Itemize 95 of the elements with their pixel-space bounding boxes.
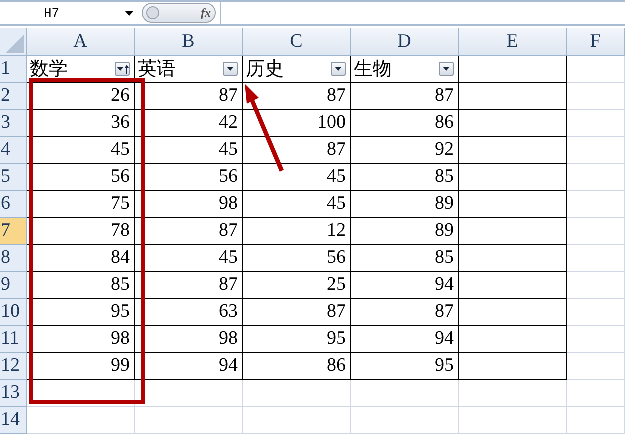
table-cell[interactable]: 85 bbox=[27, 272, 135, 299]
table-cell[interactable]: 87 bbox=[351, 83, 459, 110]
table-cell[interactable]: 95 bbox=[27, 299, 135, 326]
resize-handle-icon[interactable] bbox=[146, 6, 160, 20]
empty-cell[interactable] bbox=[459, 353, 567, 380]
row-header[interactable]: 13 bbox=[0, 380, 27, 407]
table-cell[interactable]: 99 bbox=[27, 353, 135, 380]
table-cell[interactable]: 86 bbox=[243, 353, 351, 380]
caret-icon bbox=[335, 67, 342, 71]
table-cell[interactable]: 56 bbox=[135, 164, 243, 191]
corner-triangle-icon bbox=[4, 33, 24, 53]
table-cell[interactable]: 87 bbox=[135, 83, 243, 110]
table-cell[interactable]: 87 bbox=[243, 299, 351, 326]
row-header[interactable]: 11 bbox=[0, 326, 27, 353]
table-cell[interactable]: 56 bbox=[27, 164, 135, 191]
table-cell[interactable]: 85 bbox=[351, 245, 459, 272]
table-cell[interactable]: 95 bbox=[243, 326, 351, 353]
column-title: 生物 bbox=[354, 58, 392, 82]
column-header[interactable]: A bbox=[27, 28, 135, 56]
table-cell[interactable]: 98 bbox=[135, 191, 243, 218]
table-cell[interactable]: 45 bbox=[243, 191, 351, 218]
table-cell[interactable]: 89 bbox=[351, 218, 459, 245]
table-cell[interactable]: 92 bbox=[351, 137, 459, 164]
empty-cell[interactable] bbox=[459, 272, 567, 299]
table-cell[interactable]: 45 bbox=[135, 137, 243, 164]
header-cell[interactable]: 生物 bbox=[351, 56, 459, 83]
table-cell[interactable]: 45 bbox=[27, 137, 135, 164]
empty-cell[interactable] bbox=[459, 83, 567, 110]
filter-dropdown-button[interactable] bbox=[115, 62, 130, 76]
table-cell[interactable]: 63 bbox=[135, 299, 243, 326]
row-header[interactable]: 7 bbox=[0, 218, 27, 245]
column-header[interactable]: E bbox=[459, 28, 567, 56]
empty-cell[interactable] bbox=[459, 218, 567, 245]
row-header[interactable]: 12 bbox=[0, 353, 27, 380]
column-title: 历史 bbox=[246, 58, 284, 82]
filter-dropdown-button[interactable] bbox=[439, 62, 454, 76]
table-cell[interactable]: 89 bbox=[351, 191, 459, 218]
sort-arrow-icon bbox=[124, 64, 128, 74]
header-cell[interactable]: 历史 bbox=[243, 56, 351, 83]
empty-cell[interactable] bbox=[459, 299, 567, 326]
empty-cell[interactable] bbox=[459, 245, 567, 272]
row-header[interactable]: 5 bbox=[0, 164, 27, 191]
table-cell[interactable]: 36 bbox=[27, 110, 135, 137]
empty-cell[interactable] bbox=[459, 164, 567, 191]
table-cell[interactable]: 87 bbox=[135, 218, 243, 245]
select-all-button[interactable] bbox=[0, 28, 27, 56]
table-cell[interactable]: 78 bbox=[27, 218, 135, 245]
table-cell[interactable]: 87 bbox=[135, 272, 243, 299]
table-cell[interactable]: 75 bbox=[27, 191, 135, 218]
filter-dropdown-button[interactable] bbox=[223, 62, 238, 76]
header-cell[interactable]: 数学 bbox=[27, 56, 135, 83]
column-header[interactable]: B bbox=[135, 28, 243, 56]
caret-icon bbox=[125, 10, 134, 16]
empty-cell[interactable] bbox=[459, 56, 567, 83]
column-header[interactable]: C bbox=[243, 28, 351, 56]
empty-cell[interactable] bbox=[459, 137, 567, 164]
column-header[interactable]: F bbox=[567, 28, 625, 56]
table-cell[interactable]: 12 bbox=[243, 218, 351, 245]
row-header[interactable]: 10 bbox=[0, 299, 27, 326]
header-cell[interactable]: 英语 bbox=[135, 56, 243, 83]
table-cell[interactable]: 45 bbox=[135, 245, 243, 272]
filter-dropdown-button[interactable] bbox=[331, 62, 346, 76]
row-header[interactable]: 6 bbox=[0, 191, 27, 218]
column-title: 数学 bbox=[30, 58, 68, 82]
row-header[interactable]: 1 bbox=[0, 56, 27, 83]
caret-icon bbox=[227, 67, 234, 71]
insert-function-button[interactable]: fx bbox=[201, 6, 211, 20]
caret-icon bbox=[116, 67, 124, 71]
column-header[interactable]: D bbox=[351, 28, 459, 56]
table-cell[interactable]: 56 bbox=[243, 245, 351, 272]
empty-cell[interactable] bbox=[459, 191, 567, 218]
table-cell[interactable]: 87 bbox=[351, 299, 459, 326]
table-cell[interactable]: 84 bbox=[27, 245, 135, 272]
caret-icon bbox=[443, 67, 450, 71]
row-header[interactable]: 3 bbox=[0, 110, 27, 137]
table-cell[interactable]: 95 bbox=[351, 353, 459, 380]
table-cell[interactable]: 98 bbox=[27, 326, 135, 353]
table-cell[interactable]: 85 bbox=[351, 164, 459, 191]
row-header[interactable]: 14 bbox=[0, 407, 27, 434]
row-header[interactable]: 9 bbox=[0, 272, 27, 299]
empty-cell[interactable] bbox=[459, 110, 567, 137]
table-cell[interactable]: 26 bbox=[27, 83, 135, 110]
row-header[interactable]: 2 bbox=[0, 83, 27, 110]
name-box[interactable]: H7 bbox=[0, 2, 138, 24]
row-header[interactable]: 8 bbox=[0, 245, 27, 272]
table-cell[interactable]: 94 bbox=[135, 353, 243, 380]
empty-cell[interactable] bbox=[459, 326, 567, 353]
table-cell[interactable]: 94 bbox=[351, 326, 459, 353]
table-cell[interactable]: 42 bbox=[135, 110, 243, 137]
row-header[interactable]: 4 bbox=[0, 137, 27, 164]
table-cell[interactable]: 25 bbox=[243, 272, 351, 299]
table-cell[interactable]: 98 bbox=[135, 326, 243, 353]
table-cell[interactable]: 86 bbox=[351, 110, 459, 137]
column-title: 英语 bbox=[138, 58, 176, 82]
table-cell[interactable]: 94 bbox=[351, 272, 459, 299]
